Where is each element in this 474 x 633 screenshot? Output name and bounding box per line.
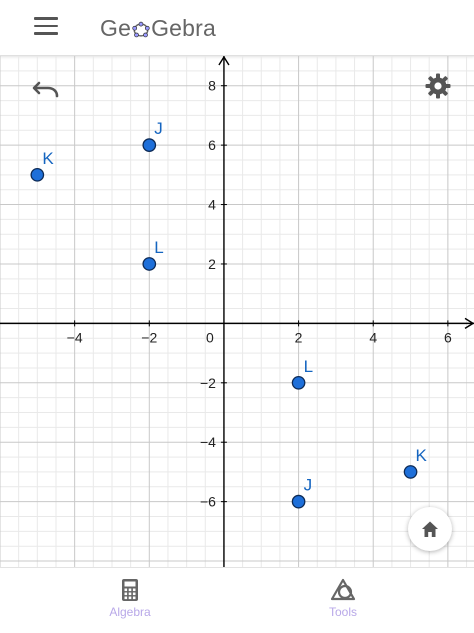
point-label-k: K (416, 446, 428, 465)
y-tick-label: −4 (200, 434, 216, 450)
minor-grid (0, 56, 474, 567)
graphics-view[interactable]: −4 −2 0 2 4 6 8 6 4 2 −2 −4 −6 K J L L J K (0, 56, 474, 567)
y-tick-label: 8 (208, 78, 216, 94)
calculator-icon (122, 579, 138, 601)
app-logo: Ge Gebra (100, 13, 216, 43)
tab-algebra-label: Algebra (109, 605, 151, 619)
point-label-j: J (154, 119, 163, 138)
tools-shapes-icon (330, 578, 356, 601)
logo-text-left: Ge (100, 15, 132, 41)
x-tick-label: 4 (369, 329, 377, 345)
logo-text-right: Gebra (151, 15, 217, 41)
point-j[interactable] (142, 138, 157, 152)
bottom-navigation: Algebra Tools (0, 567, 474, 633)
axes (0, 56, 474, 567)
tab-tools-label: Tools (328, 605, 357, 619)
major-grid (0, 56, 474, 567)
undo-icon[interactable] (30, 72, 62, 104)
point-l[interactable] (142, 257, 157, 271)
geogebra-logo-icon (132, 21, 150, 38)
x-tick-label: 0 (206, 329, 214, 345)
x-tick-label: −2 (141, 329, 157, 345)
point-k[interactable] (30, 167, 45, 182)
x-tick-label: 2 (295, 329, 303, 345)
hamburger-menu-icon[interactable] (34, 17, 58, 37)
points-layer: K J L L J K (30, 119, 428, 509)
top-app-bar: Ge Gebra (0, 0, 474, 56)
point-k[interactable] (403, 465, 418, 479)
point-label-l: L (154, 238, 163, 257)
point-j[interactable] (291, 494, 306, 509)
coordinate-plane[interactable]: −4 −2 0 2 4 6 8 6 4 2 −2 −4 −6 K J L L J K (0, 56, 474, 567)
x-tick-label: −4 (67, 329, 83, 345)
point-l[interactable] (291, 375, 306, 390)
y-tick-label: −6 (200, 494, 216, 510)
y-tick-label: 4 (208, 197, 216, 213)
point-label-j: J (304, 476, 313, 495)
gear-icon[interactable] (424, 72, 452, 100)
point-label-k: K (42, 149, 54, 168)
y-tick-label: 6 (208, 137, 216, 153)
y-tick-label: 2 (208, 256, 216, 272)
x-tick-label: 6 (444, 329, 452, 345)
tab-algebra[interactable]: Algebra (70, 568, 190, 633)
tab-tools[interactable]: Tools (283, 568, 403, 633)
point-label-l: L (304, 357, 313, 376)
y-tick-label: −2 (200, 375, 216, 391)
home-button[interactable] (408, 507, 452, 551)
home-icon (422, 521, 438, 537)
